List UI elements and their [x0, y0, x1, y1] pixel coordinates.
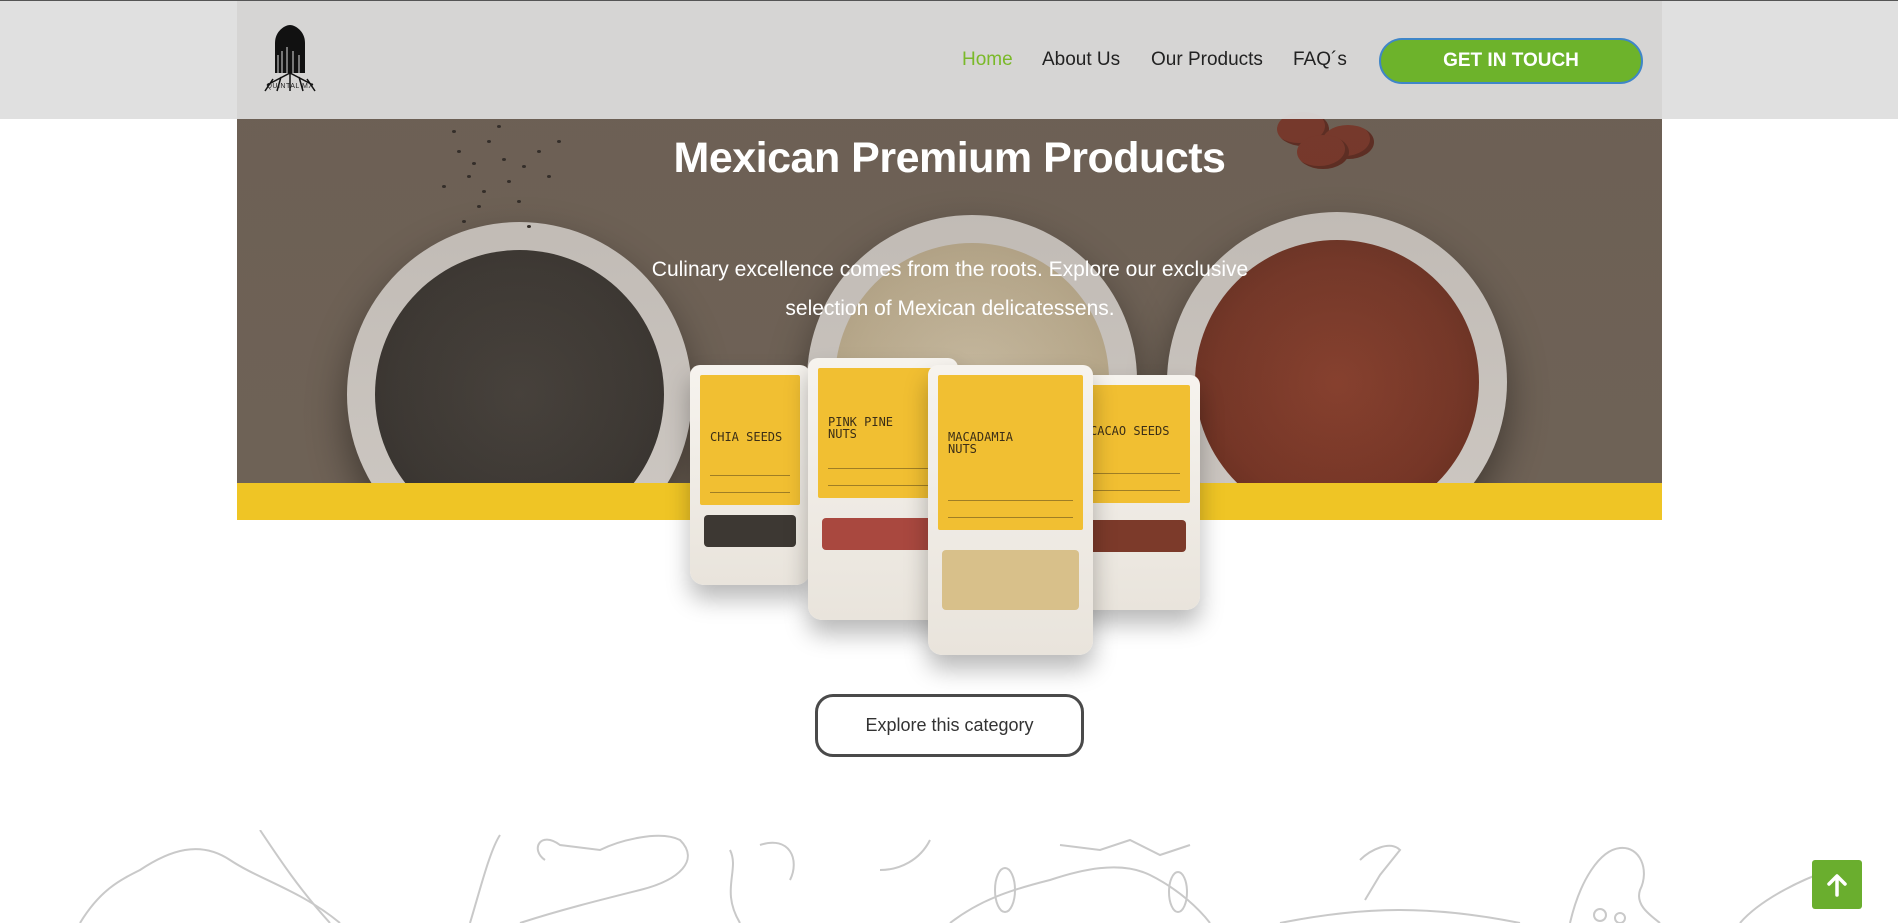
- nav-about-us[interactable]: About Us: [1042, 49, 1120, 71]
- product-bag-chia: CHIA SEEDS: [690, 365, 810, 585]
- arrow-up-icon: [1827, 873, 1847, 897]
- nav-faqs[interactable]: FAQ´s: [1293, 49, 1347, 71]
- scroll-to-top-button[interactable]: [1812, 860, 1862, 909]
- logo-text: QUINTAL MX: [266, 83, 314, 90]
- bag-label: PINK PINE NUTS: [828, 415, 894, 441]
- nav-home[interactable]: Home: [962, 49, 1013, 71]
- product-bags-image: CHIA SEEDS PINK PINE NUTS MACADAMIA NUTS…: [640, 350, 1260, 660]
- product-bag-macadamia: MACADAMIA NUTS: [928, 365, 1093, 655]
- bag-label: CACAO SEEDS: [1090, 424, 1170, 438]
- site-header: QUINTAL MX Home About Us Our Products FA…: [0, 0, 1898, 119]
- decorative-illustration: [79, 830, 1831, 923]
- hero-title: Mexican Premium Products: [673, 134, 1226, 182]
- hero-subtitle: Culinary excellence comes from the roots…: [651, 258, 1249, 320]
- get-in-touch-button[interactable]: GET IN TOUCH: [1379, 38, 1643, 84]
- explore-category-button[interactable]: Explore this category: [815, 694, 1084, 757]
- nav-our-products[interactable]: Our Products: [1151, 49, 1263, 71]
- bag-label: MACADAMIA NUTS: [948, 430, 1014, 456]
- bag-label: CHIA SEEDS: [710, 430, 783, 444]
